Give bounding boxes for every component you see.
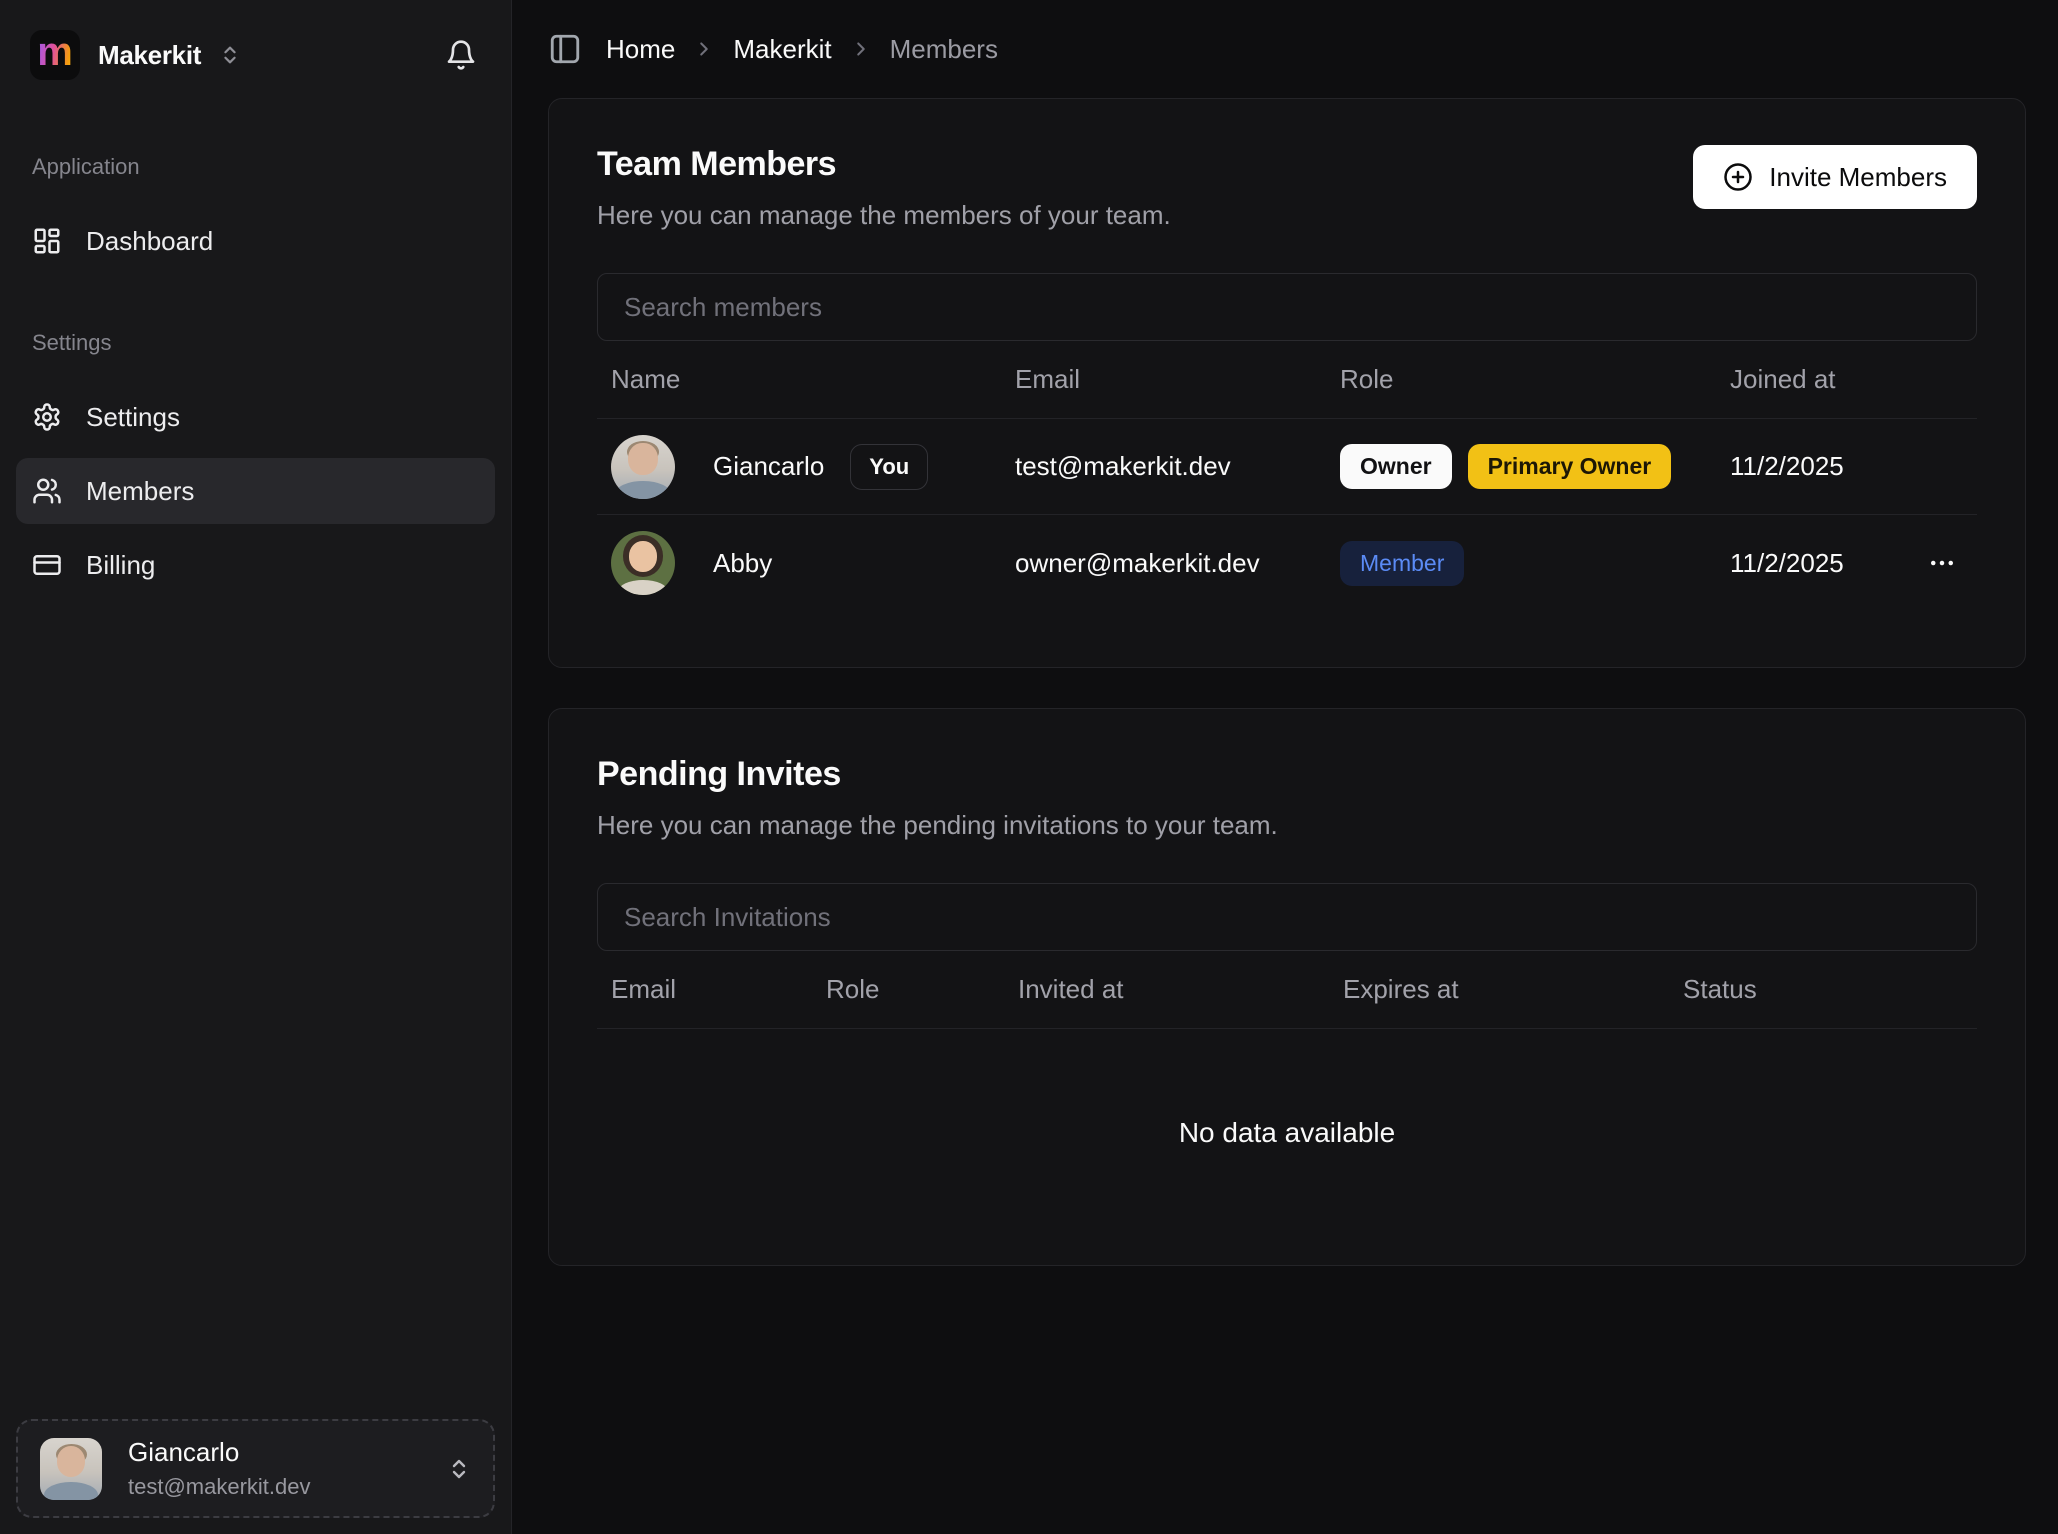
sidebar-item-members[interactable]: Members (16, 458, 495, 524)
sidebar-nav: Application Dashboard Settings Settings (16, 154, 495, 654)
column-header-role: Role (826, 974, 1018, 1005)
breadcrumb-members: Members (890, 34, 998, 65)
plus-circle-icon (1723, 162, 1753, 192)
breadcrumb-home[interactable]: Home (606, 34, 675, 65)
column-header-expires-at: Expires at (1343, 974, 1683, 1005)
card-subtitle: Here you can manage the pending invitati… (597, 810, 1278, 841)
search-members-input[interactable] (597, 273, 1977, 341)
card-subtitle: Here you can manage the members of your … (597, 200, 1171, 231)
card-title: Pending Invites (597, 755, 1278, 794)
team-members-card: Team Members Here you can manage the mem… (548, 98, 2026, 668)
chevrons-up-down-icon (447, 1457, 471, 1481)
sidebar: m Makerkit Application Dashboard (0, 0, 512, 1534)
member-roles: Member (1340, 541, 1730, 586)
member-name-cell: Giancarlo You (611, 435, 1015, 499)
card-title: Team Members (597, 145, 1171, 184)
column-header-joined-at: Joined at (1730, 364, 1893, 395)
column-header-email: Email (611, 974, 826, 1005)
column-header-role: Role (1340, 364, 1730, 395)
team-members-heading: Team Members Here you can manage the mem… (597, 145, 1171, 231)
nav-group-settings: Settings Settings Members (16, 330, 495, 598)
section-label-application: Application (16, 154, 495, 180)
topbar: Home Makerkit Members (548, 0, 2026, 98)
invite-members-button[interactable]: Invite Members (1693, 145, 1977, 209)
sidebar-item-label: Members (86, 476, 194, 507)
user-name: Giancarlo (128, 1437, 311, 1468)
column-header-name: Name (611, 364, 1015, 395)
you-badge: You (850, 444, 928, 490)
role-badge-member: Member (1340, 541, 1464, 586)
ellipsis-icon[interactable] (1893, 548, 1963, 578)
column-header-email: Email (1015, 364, 1340, 395)
table-row: Giancarlo You test@makerkit.dev Owner Pr… (597, 419, 1977, 515)
sidebar-item-dashboard[interactable]: Dashboard (16, 208, 495, 274)
member-joined-at: 11/2/2025 (1730, 451, 1893, 482)
section-label-settings: Settings (16, 330, 495, 356)
member-name: Giancarlo (713, 451, 824, 482)
search-invitations-input[interactable] (597, 883, 1977, 951)
pending-invites-card: Pending Invites Here you can manage the … (548, 708, 2026, 1266)
gear-icon (32, 402, 62, 432)
main-content: Home Makerkit Members Team Members Here … (512, 0, 2058, 1534)
breadcrumb: Home Makerkit Members (606, 34, 998, 65)
sidebar-item-label: Billing (86, 550, 155, 581)
table-row: Abby owner@makerkit.dev Member 11/2/2025 (597, 515, 1977, 611)
workspace-name: Makerkit (98, 40, 201, 71)
column-header-invited-at: Invited at (1018, 974, 1343, 1005)
user-avatar (40, 1438, 102, 1500)
team-members-header: Team Members Here you can manage the mem… (597, 145, 1977, 231)
member-joined-at: 11/2/2025 (1730, 548, 1893, 579)
chevrons-up-down-icon (219, 44, 241, 66)
chevron-right-icon (693, 38, 715, 60)
role-badge-owner: Owner (1340, 444, 1452, 489)
invites-table-header: Email Role Invited at Expires at Status (597, 951, 1977, 1029)
avatar (611, 435, 675, 499)
sidebar-item-label: Dashboard (86, 226, 213, 257)
logo-letter: m (37, 32, 73, 72)
app-root: m Makerkit Application Dashboard (0, 0, 2058, 1534)
users-icon (32, 476, 62, 506)
workspace-selector[interactable]: m Makerkit (16, 22, 495, 88)
makerkit-logo: m (30, 30, 80, 80)
user-menu[interactable]: Giancarlo test@makerkit.dev (16, 1419, 495, 1518)
breadcrumb-makerkit[interactable]: Makerkit (733, 34, 831, 65)
sidebar-item-billing[interactable]: Billing (16, 532, 495, 598)
member-roles: Owner Primary Owner (1340, 444, 1730, 489)
pending-invites-heading: Pending Invites Here you can manage the … (597, 755, 1278, 841)
member-email: test@makerkit.dev (1015, 451, 1340, 482)
user-meta: Giancarlo test@makerkit.dev (128, 1437, 311, 1500)
member-name-cell: Abby (611, 531, 1015, 595)
avatar (611, 531, 675, 595)
empty-state-text: No data available (597, 1029, 1977, 1209)
members-table-header: Name Email Role Joined at (597, 341, 1977, 419)
credit-card-icon (32, 550, 62, 580)
panel-left-icon[interactable] (548, 32, 582, 66)
bell-icon[interactable] (441, 35, 481, 75)
chevron-right-icon (850, 38, 872, 60)
nav-group-application: Application Dashboard (16, 154, 495, 274)
invite-members-label: Invite Members (1769, 162, 1947, 193)
member-email: owner@makerkit.dev (1015, 548, 1340, 579)
role-badge-primary-owner: Primary Owner (1468, 444, 1672, 489)
column-header-status: Status (1683, 974, 1963, 1005)
dashboard-icon (32, 226, 62, 256)
pending-invites-header: Pending Invites Here you can manage the … (597, 755, 1977, 841)
user-email: test@makerkit.dev (128, 1474, 311, 1500)
sidebar-item-settings[interactable]: Settings (16, 384, 495, 450)
member-name: Abby (713, 548, 772, 579)
sidebar-item-label: Settings (86, 402, 180, 433)
sidebar-footer: Giancarlo test@makerkit.dev (16, 1419, 495, 1518)
